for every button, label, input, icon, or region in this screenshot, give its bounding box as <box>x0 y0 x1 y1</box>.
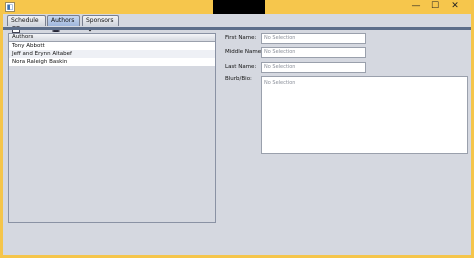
minimize-button[interactable]: — <box>408 1 424 12</box>
tab-label: Authors <box>51 17 75 24</box>
bio-label: Blurb/Bio: <box>225 76 252 82</box>
maximize-button[interactable]: ☐ <box>427 1 443 12</box>
last-name-label: Last Name: <box>225 64 257 70</box>
title-bar[interactable]: ◧ — ☐ ✕ <box>3 0 471 14</box>
tab-label: Schedule <box>11 17 39 24</box>
first-name-label: First Name: <box>225 35 257 41</box>
authors-list[interactable]: Authors Tony Abbott Jeff and Erynn Altab… <box>8 33 216 223</box>
tab-bar: Schedule Authors Sponsors <box>3 14 471 33</box>
window-icon[interactable]: ◧ <box>5 2 15 12</box>
window-title-area <box>213 0 265 14</box>
list-item[interactable]: Jeff and Erynn Altabef <box>9 50 215 58</box>
list-header[interactable]: Authors <box>9 34 215 42</box>
middle-name-field[interactable]: No Selection <box>261 47 366 58</box>
bio-textarea[interactable]: No Selection <box>261 76 468 154</box>
tab-sponsors[interactable]: Sponsors <box>82 15 119 32</box>
tab-label: Sponsors <box>86 17 114 24</box>
first-name-field[interactable]: No Selection <box>261 33 366 44</box>
middle-name-label: Middle Name: <box>225 49 263 55</box>
list-item[interactable]: Tony Abbott <box>9 42 215 50</box>
tab-authors[interactable]: Authors <box>47 15 80 32</box>
tab-schedule[interactable]: Schedule <box>7 15 46 33</box>
last-name-field[interactable]: No Selection <box>261 62 366 73</box>
close-button[interactable]: ✕ <box>447 1 463 12</box>
tab-separator <box>3 27 471 30</box>
list-item[interactable]: Nora Raleigh Baskin <box>9 58 215 66</box>
window: ◧ — ☐ ✕ Schedule Authors Sponsors Author… <box>3 0 471 255</box>
